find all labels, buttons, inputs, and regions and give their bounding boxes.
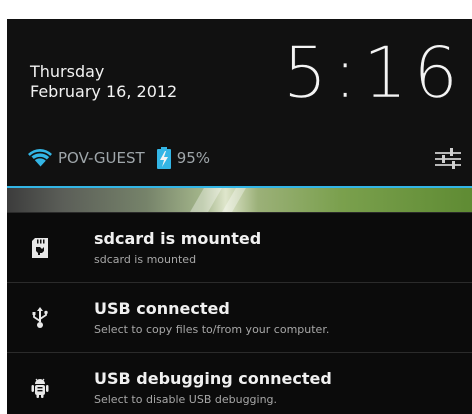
connectivity-row: POV-GUEST 95% bbox=[27, 147, 210, 169]
banner-strip bbox=[7, 188, 472, 212]
notification-panel: Thursday February 16, 2012 5:16 POV-GUES… bbox=[7, 19, 472, 414]
date-label: February 16, 2012 bbox=[30, 82, 178, 101]
wifi-icon bbox=[27, 148, 53, 168]
usb-icon bbox=[7, 283, 73, 352]
notification-title: USB connected bbox=[94, 299, 230, 318]
notification-shade-screen: Thursday February 16, 2012 5:16 POV-GUES… bbox=[0, 0, 472, 414]
android-debug-icon bbox=[7, 353, 73, 414]
wifi-network-name: POV-GUEST bbox=[58, 149, 145, 167]
notification-usb[interactable]: USB connected Select to copy files to/fr… bbox=[7, 283, 472, 353]
battery-percentage: 95% bbox=[176, 149, 211, 167]
clock-time: 5:16 bbox=[282, 32, 464, 114]
quick-settings-icon[interactable] bbox=[434, 146, 462, 172]
status-header: Thursday February 16, 2012 5:16 POV-GUES… bbox=[7, 19, 472, 187]
day-label: Thursday bbox=[30, 62, 105, 81]
notification-sdcard[interactable]: sdcard is mounted sdcard is mounted bbox=[7, 213, 472, 283]
battery-icon bbox=[156, 147, 171, 169]
notification-usb-debugging[interactable]: USB debugging connected Select to disabl… bbox=[7, 353, 472, 414]
notification-title: sdcard is mounted bbox=[94, 229, 262, 248]
notification-title: USB debugging connected bbox=[94, 369, 332, 388]
notification-subtitle: Select to copy files to/from your comput… bbox=[94, 323, 330, 336]
notification-subtitle: Select to disable USB debugging. bbox=[94, 393, 278, 406]
sdcard-icon bbox=[7, 213, 73, 282]
notification-subtitle: sdcard is mounted bbox=[94, 253, 197, 266]
